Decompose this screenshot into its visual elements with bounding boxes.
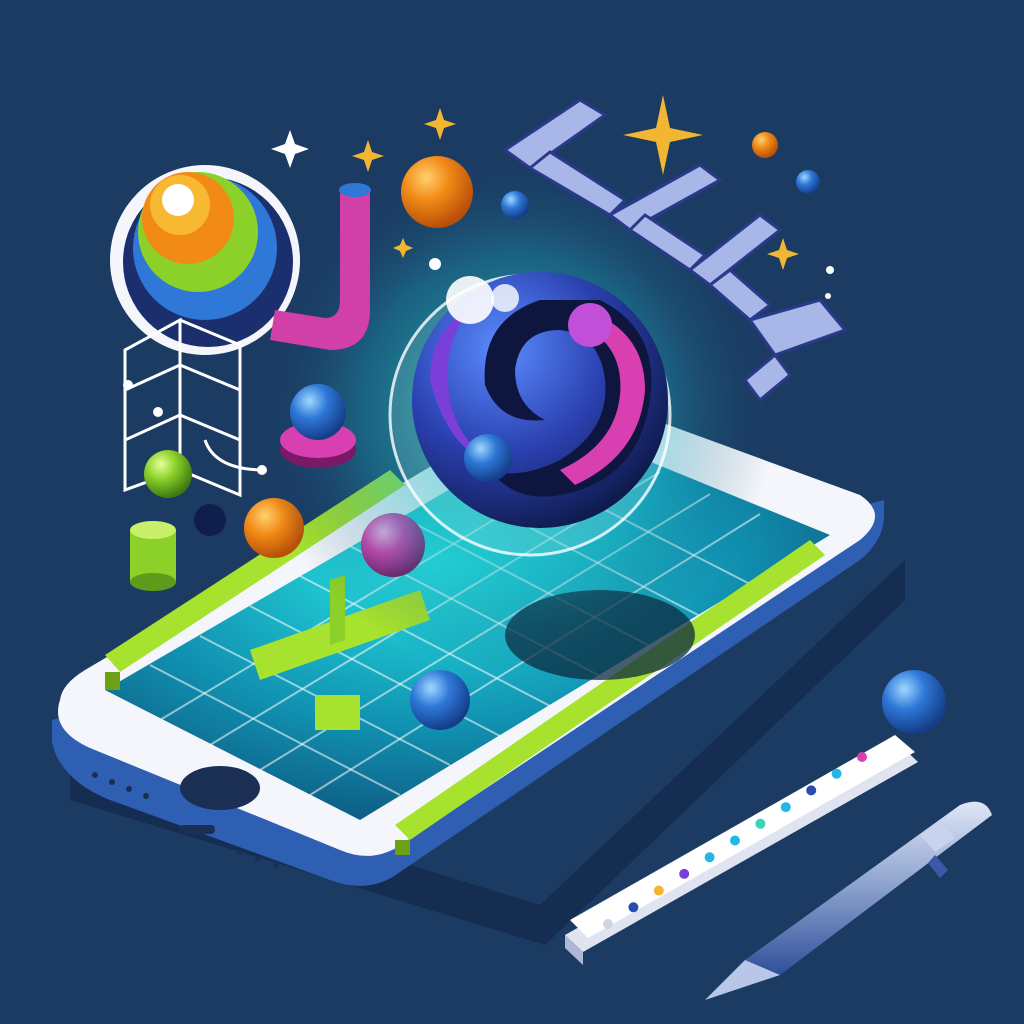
ruler-dot [831,768,842,779]
maze-wall [395,840,410,855]
floating-ball-blue [501,191,529,219]
ruler-dot [628,902,639,913]
ruler-dot [806,785,817,796]
ruler-dot [679,868,690,879]
floating-ball-orange-small [752,132,778,158]
orb-highlight [446,276,494,324]
orb-bead [464,434,512,482]
ruler-dot [780,802,791,813]
home-button [180,766,260,810]
orb-icon [388,272,672,557]
maze-wall [105,672,120,690]
orb-highlight [491,284,519,312]
game-illustration [0,0,1024,1024]
orb-bead [568,303,612,347]
navy-ball [194,504,226,536]
ruler-dot [704,852,715,863]
maze-block [315,695,360,730]
ruler-dot [653,885,664,896]
ruler-dot [730,835,740,846]
ruler-dot [857,752,867,762]
ruler-dot [603,919,613,929]
tube-cap [339,183,371,197]
ruler-ball [882,670,946,734]
game-ball-blue [410,670,470,730]
floating-ball-blue-small [796,170,820,194]
ruler-dot [755,818,766,829]
lime-ball [144,450,192,498]
floating-ball-orange [401,156,473,228]
lime-cylinder [130,521,176,591]
